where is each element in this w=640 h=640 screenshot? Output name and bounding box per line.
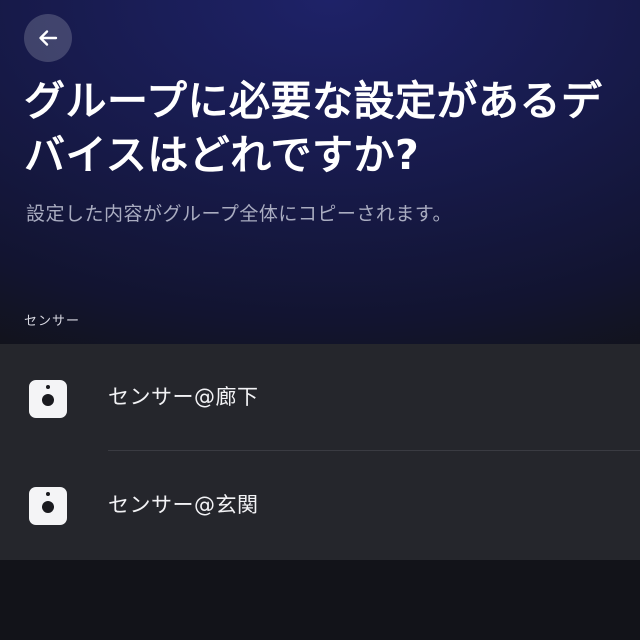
- page-subtitle: 設定した内容がグループ全体にコピーされます。: [26, 203, 452, 225]
- back-button[interactable]: [24, 14, 72, 62]
- device-label: センサー@玄関: [108, 493, 259, 517]
- device-row[interactable]: センサー@玄関: [0, 452, 640, 559]
- row-divider: [108, 450, 640, 451]
- motion-sensor-icon: [29, 487, 67, 525]
- sensor-indicator-dot: [46, 492, 50, 496]
- device-list: センサー@廊下 センサー@玄関: [0, 344, 640, 560]
- device-row[interactable]: センサー@廊下: [0, 344, 640, 451]
- sensor-lens: [42, 501, 54, 513]
- device-label: センサー@廊下: [108, 385, 259, 409]
- sensor-indicator-dot: [46, 385, 50, 389]
- sensor-lens: [42, 394, 54, 406]
- page-title: グループに必要な設定があるデバイスはどれですか?: [24, 77, 603, 179]
- section-header-sensors: センサー: [24, 314, 81, 329]
- arrow-left-icon: [37, 27, 59, 49]
- motion-sensor-icon: [29, 380, 67, 418]
